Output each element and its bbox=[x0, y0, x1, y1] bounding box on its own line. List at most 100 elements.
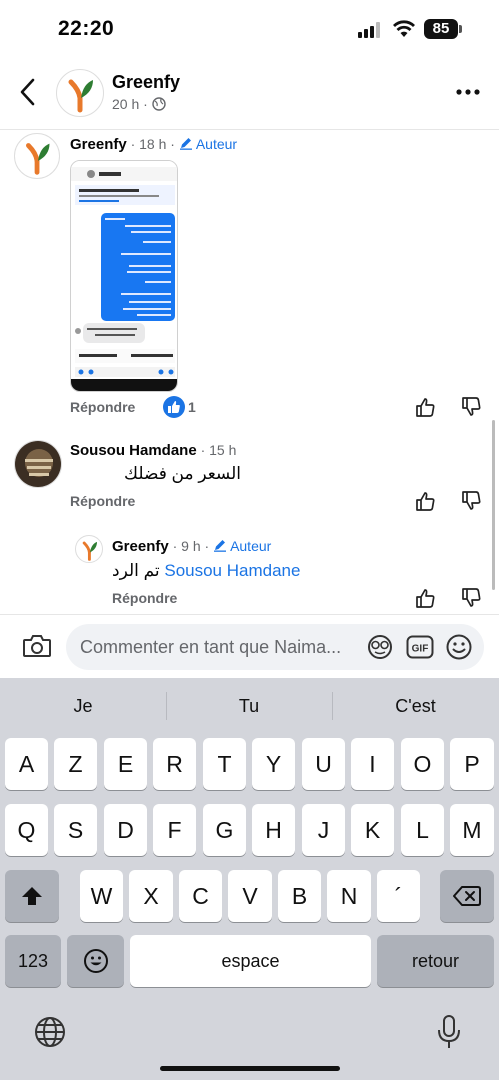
key-b[interactable]: B bbox=[278, 870, 321, 922]
emoji-icon[interactable] bbox=[445, 634, 473, 660]
key-e[interactable]: E bbox=[104, 738, 147, 790]
reply-avatar[interactable] bbox=[75, 535, 103, 563]
dislike-thumb-icon[interactable] bbox=[460, 587, 482, 609]
reply-button[interactable]: Répondre bbox=[112, 590, 177, 606]
key-i[interactable]: I bbox=[351, 738, 394, 790]
key-q[interactable]: Q bbox=[5, 804, 48, 856]
status-time: 22:20 bbox=[58, 17, 115, 40]
author-badge: Auteur bbox=[213, 538, 271, 554]
key-a[interactable]: A bbox=[5, 738, 48, 790]
suggestion-2[interactable]: Tu bbox=[166, 696, 332, 717]
like-thumb-icon[interactable] bbox=[414, 396, 436, 418]
dislike-thumb-icon[interactable] bbox=[460, 396, 482, 418]
scrollbar[interactable] bbox=[492, 420, 495, 590]
key-u[interactable]: U bbox=[302, 738, 345, 790]
comment-input[interactable] bbox=[80, 624, 360, 670]
reply-button[interactable]: Répondre bbox=[70, 399, 135, 415]
like-thumb-icon[interactable] bbox=[414, 490, 436, 512]
comment-author: Greenfy · 18 h · Auteur bbox=[70, 136, 237, 153]
page-avatar[interactable] bbox=[56, 69, 104, 117]
numbers-key[interactable]: 123 bbox=[5, 935, 61, 987]
pencil-icon bbox=[214, 540, 227, 552]
page-title[interactable]: Greenfy bbox=[112, 72, 180, 93]
key-x[interactable]: X bbox=[129, 870, 173, 922]
key-k[interactable]: K bbox=[351, 804, 394, 856]
keyboard: Je Tu C'est A Z E R T Y U I O P Q S D F … bbox=[0, 678, 499, 1080]
post-header: Greenfy 20 h · bbox=[0, 60, 499, 130]
key-f[interactable]: F bbox=[153, 804, 196, 856]
key-j[interactable]: J bbox=[302, 804, 345, 856]
commenter-avatar[interactable] bbox=[14, 133, 60, 179]
comment-time: · 15 h bbox=[196, 442, 237, 458]
more-options-icon[interactable] bbox=[456, 88, 480, 96]
reply-text: تم الرد Sousou Hamdane bbox=[112, 561, 300, 581]
key-l[interactable]: L bbox=[401, 804, 444, 856]
svg-text:GIF: GIF bbox=[412, 644, 429, 655]
home-indicator[interactable] bbox=[160, 1066, 340, 1071]
greenfy-logo-icon bbox=[68, 79, 93, 113]
key-d[interactable]: D bbox=[104, 804, 147, 856]
signal-icon bbox=[358, 22, 380, 38]
author-name[interactable]: Greenfy bbox=[70, 136, 127, 153]
greenfy-logo-icon bbox=[26, 143, 50, 175]
key-t[interactable]: T bbox=[203, 738, 246, 790]
comment-author: Greenfy · 9 h · Auteur bbox=[112, 538, 271, 555]
key-c[interactable]: C bbox=[179, 870, 222, 922]
back-arrow-icon[interactable] bbox=[14, 74, 44, 110]
key-n[interactable]: N bbox=[327, 870, 371, 922]
backspace-icon bbox=[453, 886, 481, 906]
suggestion-1[interactable]: Je bbox=[0, 696, 166, 717]
globe-keyboard-icon[interactable] bbox=[34, 1016, 66, 1048]
key-v[interactable]: V bbox=[228, 870, 272, 922]
status-bar: 22:20 85 bbox=[0, 0, 499, 60]
key-y[interactable]: Y bbox=[252, 738, 295, 790]
key-m[interactable]: M bbox=[450, 804, 494, 856]
key-z[interactable]: Z bbox=[54, 738, 97, 790]
key-s[interactable]: S bbox=[54, 804, 97, 856]
comment-text: السعر من فضلك bbox=[124, 464, 241, 483]
microphone-icon[interactable] bbox=[436, 1014, 462, 1050]
like-thumb-icon[interactable] bbox=[414, 587, 436, 609]
camera-icon[interactable] bbox=[22, 633, 52, 659]
author-name[interactable]: Greenfy bbox=[112, 538, 169, 555]
key-p[interactable]: P bbox=[450, 738, 494, 790]
delete-key[interactable] bbox=[440, 870, 494, 922]
battery-icon: 85 bbox=[424, 19, 458, 39]
mention-link[interactable]: Sousou Hamdane bbox=[164, 561, 300, 580]
emoji-key[interactable] bbox=[67, 935, 124, 987]
avatar-sticker-icon[interactable] bbox=[366, 634, 394, 660]
dislike-thumb-icon[interactable] bbox=[460, 490, 482, 512]
suggestion-3[interactable]: C'est bbox=[332, 696, 499, 717]
suggestion-bar: Je Tu C'est bbox=[0, 678, 499, 734]
wifi-icon bbox=[393, 20, 415, 37]
greenfy-logo-icon bbox=[82, 541, 97, 561]
emoji-icon bbox=[83, 949, 108, 973]
post-meta: 20 h · bbox=[112, 96, 166, 112]
comment-time: · 18 h · bbox=[126, 136, 179, 152]
key-h[interactable]: H bbox=[252, 804, 295, 856]
return-key[interactable]: retour bbox=[377, 935, 494, 987]
comment-input-wrapper: GIF bbox=[66, 624, 484, 670]
key-w[interactable]: W bbox=[80, 870, 123, 922]
key-o[interactable]: O bbox=[401, 738, 444, 790]
reply-body: تم الرد bbox=[112, 561, 165, 580]
battery-tip bbox=[459, 25, 462, 33]
gif-icon[interactable]: GIF bbox=[406, 635, 434, 659]
space-key[interactable]: espace bbox=[130, 935, 371, 987]
shift-key[interactable] bbox=[5, 870, 59, 922]
comment-composer: GIF bbox=[0, 614, 499, 678]
reply-button[interactable]: Répondre bbox=[70, 493, 135, 509]
shift-icon bbox=[22, 887, 42, 905]
comment-time: · 9 h · bbox=[168, 538, 214, 554]
comment-author: Sousou Hamdane · 15 h bbox=[70, 442, 236, 459]
commenter-avatar[interactable] bbox=[14, 440, 62, 488]
chat-screenshot-image bbox=[71, 161, 177, 391]
globe-icon bbox=[152, 97, 166, 111]
key-g[interactable]: G bbox=[203, 804, 246, 856]
key-accent[interactable]: ´ bbox=[377, 870, 420, 922]
key-r[interactable]: R bbox=[153, 738, 196, 790]
author-badge: Auteur bbox=[179, 136, 237, 152]
reaction-count: 1 bbox=[188, 399, 196, 415]
author-name[interactable]: Sousou Hamdane bbox=[70, 442, 197, 459]
attached-screenshot[interactable] bbox=[70, 160, 178, 392]
